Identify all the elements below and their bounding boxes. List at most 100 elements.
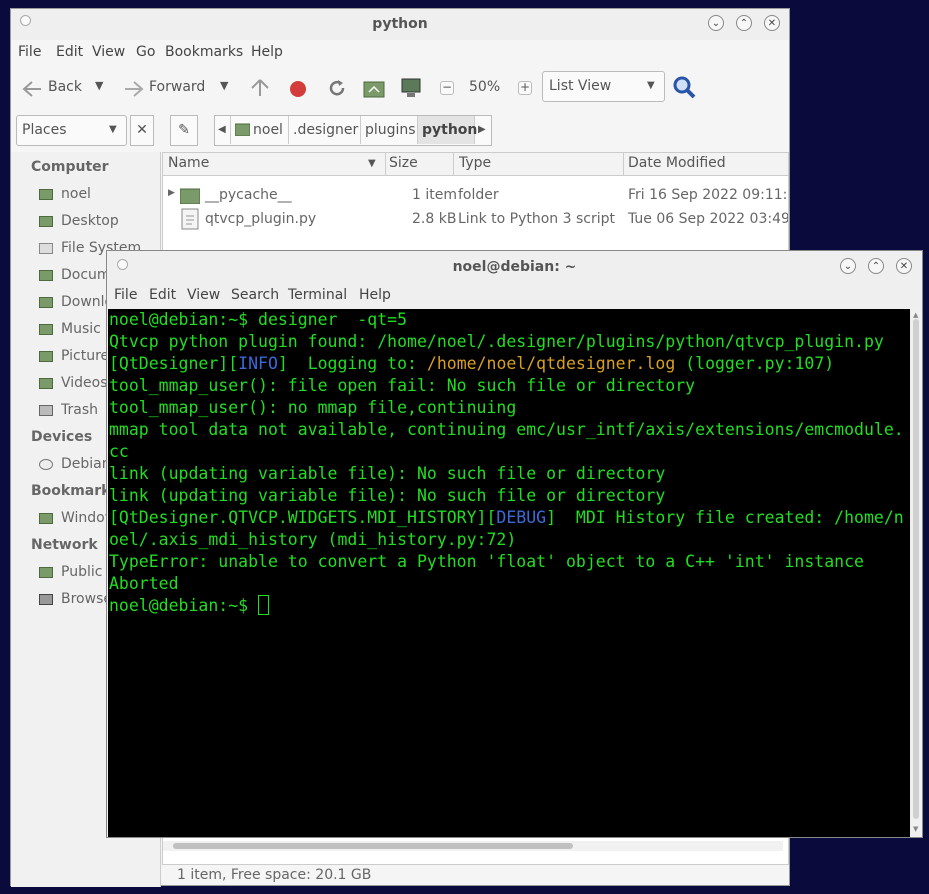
minimize-icon[interactable]: ⌄ — [840, 258, 856, 274]
scrollbar-thumb[interactable] — [173, 843, 573, 849]
folder-icon — [39, 270, 53, 281]
computer-icon[interactable] — [400, 77, 422, 99]
scrollbar-thumb[interactable] — [913, 319, 919, 819]
back-dropdown-icon[interactable]: ▼ — [95, 79, 103, 92]
breadcrumb-item-plugins[interactable]: plugins — [361, 116, 418, 144]
terminal-menu-file[interactable]: File — [114, 287, 137, 303]
scroll-down-icon[interactable]: ▼ — [913, 825, 918, 833]
terminal-line: tool_mmap_user(): no mmap file,continuin… — [109, 398, 517, 417]
expander-icon[interactable]: ▶ — [168, 188, 175, 198]
file-row[interactable]: qtvcp_plugin.py 2.8 kB Link to Python 3 … — [163, 208, 788, 232]
close-icon[interactable]: ✕ — [764, 15, 780, 31]
file-manager-titlebar[interactable]: python ⌄ ⌃ ✕ — [11, 9, 789, 40]
file-modified: Tue 06 Sep 2022 03:49:00 PM — [628, 211, 789, 227]
terminal-line: cc — [109, 442, 129, 461]
menu-edit[interactable]: Edit — [56, 44, 83, 60]
terminal-titlebar[interactable]: noel@debian: ~ ⌄ ⌃ ✕ — [107, 251, 922, 281]
trash-icon — [39, 405, 53, 416]
script-file-icon — [181, 208, 199, 230]
network-icon — [39, 594, 53, 605]
home-icon — [235, 123, 250, 136]
reload-icon[interactable] — [326, 77, 348, 99]
status-text: 1 item, Free space: 20.1 GB — [177, 867, 372, 883]
terminal-cursor — [258, 595, 270, 615]
column-header-name[interactable]: Name — [168, 155, 209, 171]
terminal-line: [QtDesigner.QTVCP.WIDGETS.MDI_HISTORY][D… — [109, 508, 904, 527]
search-icon[interactable] — [672, 75, 698, 101]
forward-button[interactable]: Forward — [149, 79, 205, 95]
breadcrumb-right-icon[interactable]: ▶ — [475, 116, 491, 144]
breadcrumb-left-icon[interactable]: ◀ — [215, 116, 231, 144]
scroll-up-icon[interactable]: ▲ — [913, 311, 918, 319]
sidebar-header-network: Network — [31, 537, 98, 553]
folder-icon — [39, 567, 53, 578]
breadcrumb: ◀ noel .designer plugins python ▶ — [214, 115, 492, 146]
file-modified: Fri 16 Sep 2022 09:11:30 AM — [628, 187, 788, 203]
file-name: qtvcp_plugin.py — [205, 211, 317, 227]
horizontal-scrollbar[interactable] — [163, 841, 783, 851]
terminal-line: noel@debian:~$ — [109, 595, 270, 617]
terminal-line: [QtDesigner][INFO] Logging to: /home/noe… — [109, 354, 835, 373]
status-bar: 1 item, Free space: 20.1 GB — [162, 865, 789, 886]
view-mode-select[interactable]: List View ▼ — [542, 71, 665, 102]
terminal-line: link (updating variable file): No such f… — [109, 464, 666, 483]
back-button[interactable]: Back — [48, 79, 82, 95]
places-select[interactable]: Places ▼ — [16, 115, 127, 146]
breadcrumb-item-python[interactable]: python — [418, 116, 477, 144]
drive-icon — [39, 243, 53, 254]
breadcrumb-item-designer[interactable]: .designer — [289, 116, 361, 144]
view-mode-value: List View — [549, 78, 612, 94]
terminal-menu-terminal[interactable]: Terminal — [288, 287, 347, 303]
terminal-scrollbar[interactable]: ▲ ▼ — [911, 309, 921, 837]
file-type: folder — [458, 187, 499, 203]
forward-arrow-icon[interactable] — [123, 79, 145, 99]
breadcrumb-item-noel[interactable]: noel — [231, 116, 289, 144]
file-list-header: Name ▼ Size Type Date Modified — [163, 153, 788, 176]
minimize-icon[interactable]: ⌄ — [708, 15, 724, 31]
menu-view[interactable]: View — [92, 44, 125, 60]
file-size: 1 item — [412, 187, 457, 203]
up-arrow-icon[interactable] — [249, 77, 271, 99]
column-header-type[interactable]: Type — [459, 155, 491, 171]
file-row[interactable]: ▶ __pycache__ 1 item folder Fri 16 Sep 2… — [163, 184, 788, 208]
file-size: 2.8 kB — [412, 211, 457, 227]
maximize-icon[interactable]: ⌃ — [868, 258, 884, 274]
terminal-line: oel/.axis_mdi_history (mdi_history.py:72… — [109, 530, 517, 549]
terminal-menu-edit[interactable]: Edit — [149, 287, 176, 303]
terminal-menu-view[interactable]: View — [187, 287, 220, 303]
forward-dropdown-icon[interactable]: ▼ — [220, 79, 228, 92]
zoom-out-button[interactable]: − — [440, 81, 454, 95]
disc-icon — [39, 459, 53, 470]
terminal-menu-help[interactable]: Help — [359, 287, 391, 303]
back-arrow-icon[interactable] — [21, 79, 43, 99]
terminal-line: Qtvcp python plugin found: /home/noel/.d… — [109, 332, 884, 351]
terminal-line: tool_mmap_user(): file open fail: No suc… — [109, 376, 696, 395]
menu-bookmarks[interactable]: Bookmarks — [165, 44, 243, 60]
menu-help[interactable]: Help — [251, 44, 283, 60]
zoom-in-button[interactable]: + — [518, 81, 532, 95]
edit-location-icon[interactable]: ✎ — [170, 115, 198, 146]
maximize-icon[interactable]: ⌃ — [736, 15, 752, 31]
sidebar-header-computer: Computer — [31, 159, 109, 175]
terminal-menu-search[interactable]: Search — [231, 287, 279, 303]
column-header-size[interactable]: Size — [389, 155, 418, 171]
folder-icon — [39, 297, 53, 308]
folder-icon — [39, 513, 53, 524]
terminal-screen[interactable]: noel@debian:~$ designer -qt=5 Qtvcp pyth… — [108, 309, 910, 837]
close-icon[interactable]: ✕ — [896, 258, 912, 274]
file-type: Link to Python 3 script — [458, 211, 615, 227]
terminal-line: mmap tool data not available, continuing… — [109, 420, 904, 439]
terminal-line: TypeError: unable to convert a Python 'f… — [109, 552, 864, 571]
file-name: __pycache__ — [205, 187, 292, 203]
column-header-date-modified[interactable]: Date Modified — [628, 155, 726, 171]
terminal-line: link (updating variable file): No such f… — [109, 486, 666, 505]
menu-go[interactable]: Go — [136, 44, 155, 60]
file-manager-title: python — [372, 16, 428, 32]
menu-file[interactable]: File — [18, 44, 41, 60]
close-sidebar-button[interactable]: ✕ — [130, 115, 154, 146]
folder-icon — [39, 216, 53, 227]
home-icon[interactable] — [363, 78, 385, 98]
folder-icon — [180, 188, 200, 204]
zoom-level: 50% — [469, 79, 501, 95]
stop-icon[interactable] — [288, 79, 308, 99]
